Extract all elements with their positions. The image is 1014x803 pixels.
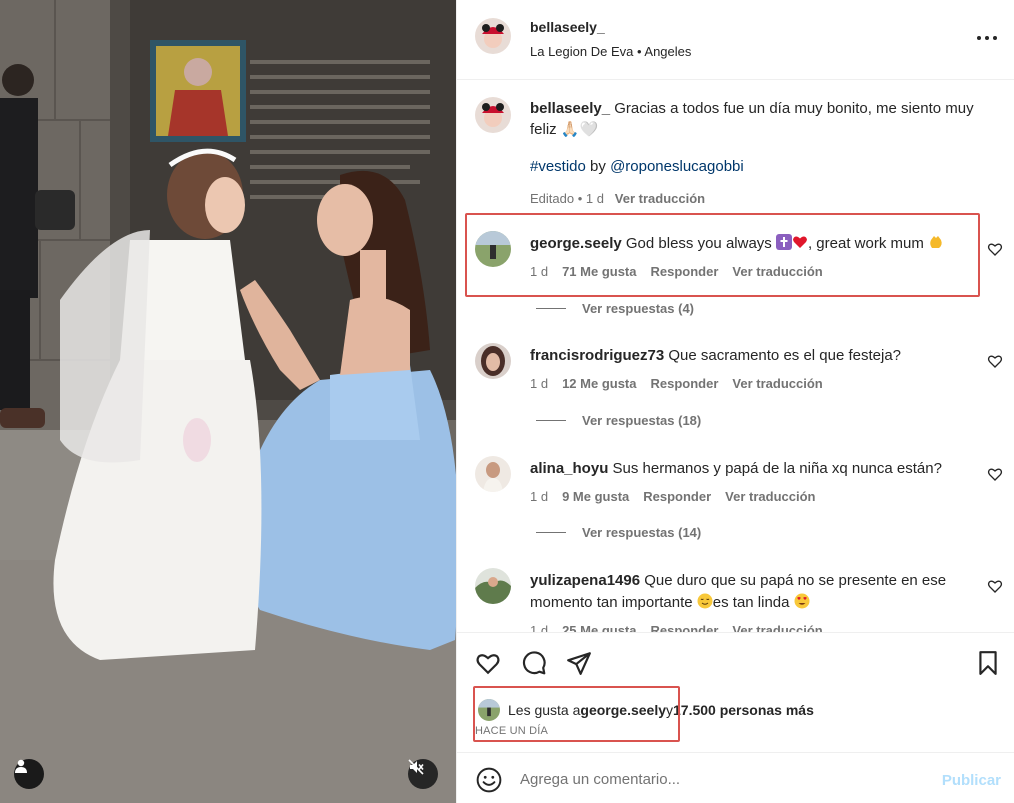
commenter-avatar[interactable] — [475, 231, 511, 267]
author-username[interactable]: bellaseely_ — [530, 19, 605, 35]
comment-meta: 1 d 71 Me gusta Responder Ver traducción — [530, 264, 823, 279]
caption-by: by — [585, 158, 611, 175]
commenter-avatar[interactable] — [475, 568, 511, 604]
clapping-hands-emoji-icon — [930, 236, 942, 248]
view-replies-button[interactable]: Ver respuestas (18) — [536, 413, 701, 428]
liker-avatar — [478, 699, 500, 721]
comment-text: francisrodriguez73 Que sacramento es el … — [530, 347, 902, 364]
post-location[interactable]: La Legion De Eva • Angeles — [530, 44, 691, 59]
mute-icon — [408, 759, 424, 775]
comment-like-heart-icon[interactable] — [987, 578, 1003, 594]
comment-likes[interactable]: 25 Me gusta — [562, 623, 636, 632]
mention-link[interactable]: @roponeslucagobbi — [610, 158, 744, 175]
reply-button[interactable]: Responder — [651, 264, 719, 279]
commenter-username[interactable]: george.seely — [530, 235, 622, 252]
comment-meta: 1 d 12 Me gusta Responder Ver traducción — [530, 376, 823, 391]
photo-illustration — [0, 0, 456, 803]
author-avatar[interactable] — [475, 18, 511, 54]
comment-item: francisrodriguez73 Que sacramento es el … — [475, 343, 1014, 403]
translate-link[interactable]: Ver traducción — [732, 623, 822, 632]
emoji-icon[interactable] — [476, 767, 502, 793]
comment-item: alina_hoyu Sus hermanos y papá de la niñ… — [475, 456, 1014, 516]
comment-meta: 1 d 25 Me gusta Responder Ver traducción — [530, 623, 837, 632]
liker-username[interactable]: george.seely — [580, 702, 666, 718]
translate-link[interactable]: Ver traducción — [732, 264, 822, 279]
user-icon — [15, 759, 27, 773]
post-side-panel: bellaseely_ La Legion De Eva • Angeles b… — [456, 0, 1014, 803]
caption-meta: Editado • 1 d Ver traducción — [530, 191, 705, 206]
post-header: bellaseely_ La Legion De Eva • Angeles — [457, 0, 1014, 80]
post-photo[interactable] — [0, 0, 456, 803]
reply-button[interactable]: Responder — [651, 376, 719, 391]
comment-like-heart-icon[interactable] — [987, 241, 1003, 257]
user-tag-button[interactable] — [14, 759, 44, 789]
caption-translate-link[interactable]: Ver traducción — [615, 191, 705, 206]
more-icon — [977, 36, 981, 40]
caption-username[interactable]: bellaseely_ — [530, 100, 610, 117]
commenter-username[interactable]: francisrodriguez73 — [530, 347, 664, 364]
red-heart-emoji-icon — [793, 236, 807, 248]
relieved-face-emoji-icon — [697, 593, 713, 609]
comment-likes[interactable]: 12 Me gusta — [562, 376, 636, 391]
comment-meta: 1 d9 Me gusta Responder Ver traducción — [530, 489, 816, 504]
caption-avatar[interactable] — [475, 97, 511, 133]
publish-button[interactable]: Publicar — [942, 772, 1001, 789]
commenter-avatar[interactable] — [475, 343, 511, 379]
likes-summary[interactable]: Les gusta a george.seely y 17.500 person… — [478, 699, 814, 721]
view-replies-button[interactable]: Ver respuestas (4) — [536, 301, 694, 316]
caption-edited: Editado • 1 d — [530, 191, 604, 206]
post-actions: Les gusta a george.seely y 17.500 person… — [457, 632, 1014, 752]
share-icon[interactable] — [566, 650, 592, 676]
comment-like-heart-icon[interactable] — [987, 353, 1003, 369]
translate-link[interactable]: Ver traducción — [732, 376, 822, 391]
comment-item: george.seely God bless you always , grea… — [475, 231, 1014, 291]
comment-icon[interactable] — [521, 650, 547, 676]
view-replies-button[interactable]: Ver respuestas (14) — [536, 525, 701, 540]
commenter-avatar[interactable] — [475, 456, 511, 492]
post-timestamp: HACE UN DÍA — [475, 725, 549, 737]
comment-composer: Publicar — [457, 752, 1014, 803]
heart-eyes-emoji-icon — [794, 593, 810, 609]
comments-list[interactable]: bellaseely_ Gracias a todos fue un día m… — [457, 81, 1014, 632]
more-options-button[interactable] — [977, 28, 997, 48]
commenter-username[interactable]: alina_hoyu — [530, 460, 608, 477]
likes-others-count[interactable]: 17.500 personas más — [673, 702, 814, 718]
comment-text: alina_hoyu Sus hermanos y papá de la niñ… — [530, 460, 942, 477]
cross-emoji-icon — [775, 234, 792, 250]
comment-text: george.seely God bless you always , grea… — [530, 233, 985, 255]
comment-item: yulizapena1496 Que duro que su papá no s… — [475, 568, 1014, 632]
bookmark-icon[interactable] — [975, 650, 1001, 676]
caption-tags: #vestido by @roponeslucagobbi — [530, 158, 744, 175]
commenter-username[interactable]: yulizapena1496 — [530, 572, 640, 589]
comment-text: yulizapena1496 Que duro que su papá no s… — [530, 572, 947, 611]
translate-link[interactable]: Ver traducción — [725, 489, 815, 504]
like-heart-icon[interactable] — [475, 650, 501, 676]
hashtag-link[interactable]: #vestido — [530, 158, 586, 175]
reply-button[interactable]: Responder — [643, 489, 711, 504]
comment-likes[interactable]: 71 Me gusta — [562, 264, 636, 279]
comment-like-heart-icon[interactable] — [987, 466, 1003, 482]
caption-text: bellaseely_ Gracias a todos fue un día m… — [530, 98, 995, 140]
reply-button[interactable]: Responder — [651, 623, 719, 632]
comment-input[interactable] — [520, 767, 920, 791]
mute-button[interactable] — [408, 759, 438, 789]
comment-likes[interactable]: 9 Me gusta — [562, 489, 629, 504]
